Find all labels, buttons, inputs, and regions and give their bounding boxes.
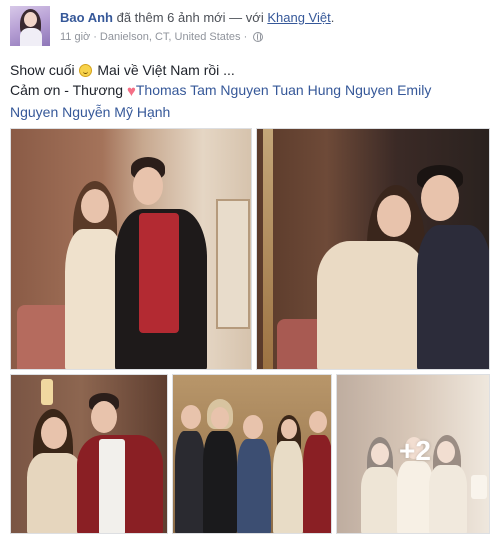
globe-icon[interactable] xyxy=(253,32,264,42)
heart-icon: ♥ xyxy=(126,83,136,100)
smile-icon xyxy=(79,64,93,77)
photo-4-person-3-body xyxy=(237,439,271,533)
post-headline: Bao Anh đã thêm 6 ảnh mới — với Khang Vi… xyxy=(60,10,334,25)
photo-4-person-4-head xyxy=(281,419,297,439)
more-photos-count[interactable]: +2 xyxy=(399,435,431,467)
author-name-link[interactable]: Bao Anh xyxy=(60,10,113,25)
photo-4-person-1-body xyxy=(175,431,205,533)
photo-2-man-shirt xyxy=(417,225,489,369)
post-photo-4[interactable] xyxy=(172,374,332,534)
photo-3-man-shirt xyxy=(99,439,125,533)
post-text-line-2: Cảm ơn - Thương ♥Thomas Tam Nguyen Tuan … xyxy=(10,80,490,102)
text-cam-on: Cảm ơn - Thương xyxy=(10,82,124,98)
photo-1-woman-head xyxy=(81,189,109,223)
photo-1-man-shirt xyxy=(139,213,179,333)
post-text-line-1: Show cuối Mai về Việt Nam rồi ... xyxy=(10,60,490,80)
meta-separator: · xyxy=(93,31,97,43)
mentioned-friends-links-2[interactable]: Nguyen Nguyễn Mỹ Hạnh xyxy=(10,104,170,120)
photo-4-person-3-head xyxy=(243,415,263,439)
photo-3-woman-head xyxy=(41,417,67,449)
photo-4-person-2-head xyxy=(211,407,229,429)
author-avatar[interactable] xyxy=(10,6,50,46)
text-mai-ve: Mai về Việt Nam rồi ... xyxy=(97,62,235,78)
post-header: Bao Anh đã thêm 6 ảnh mới — với Khang Vi… xyxy=(10,6,490,46)
mentioned-friends-links[interactable]: Thomas Tam Nguyen Tuan Hung Nguyen Emily xyxy=(136,82,431,98)
photo-2-man-head xyxy=(421,175,459,221)
photo-3-lamp xyxy=(41,379,53,405)
post-timestamp-link[interactable]: 11 giờ xyxy=(60,31,90,43)
post-photo-3[interactable] xyxy=(10,374,168,534)
photo-4-person-2-body xyxy=(203,431,237,533)
photo-3-man-head xyxy=(91,401,117,433)
meta-separator-2: · xyxy=(243,31,248,43)
photo-4-person-5-body xyxy=(303,435,331,533)
photo-4-person-4-body xyxy=(273,441,303,533)
photo-1-door xyxy=(216,199,250,329)
photo-2-woman-dress xyxy=(317,241,427,369)
avatar-dress xyxy=(20,28,42,46)
tagged-friend-link[interactable]: Khang Việt xyxy=(267,10,330,25)
post-text-line-3: Nguyen Nguyễn Mỹ Hạnh xyxy=(10,102,490,122)
post-action-text: đã thêm 6 ảnh mới — với xyxy=(116,10,264,25)
photo-2-lights xyxy=(263,129,273,369)
post-photo-2[interactable] xyxy=(256,128,490,370)
photo-4-person-1-head xyxy=(181,405,201,429)
avatar-face xyxy=(24,12,37,27)
photo-4-person-5-head xyxy=(309,411,327,433)
post-photo-1[interactable] xyxy=(10,128,252,370)
photo-2-woman-head xyxy=(377,195,411,237)
photo-1-man-head xyxy=(133,167,163,205)
headline-period: . xyxy=(330,10,335,25)
post-location-link[interactable]: Danielson, CT, United States xyxy=(100,31,241,43)
post-photo-5[interactable]: +2 xyxy=(336,374,490,534)
photo-3-woman-dress xyxy=(27,453,83,533)
facebook-post: Bao Anh đã thêm 6 ảnh mới — với Khang Vi… xyxy=(0,0,500,545)
post-text: Show cuối Mai về Việt Nam rồi ... Cảm ơn… xyxy=(10,60,490,122)
post-meta: 11 giờ · Danielson, CT, United States · xyxy=(60,31,264,43)
text-show-cuoi: Show cuối xyxy=(10,62,75,78)
